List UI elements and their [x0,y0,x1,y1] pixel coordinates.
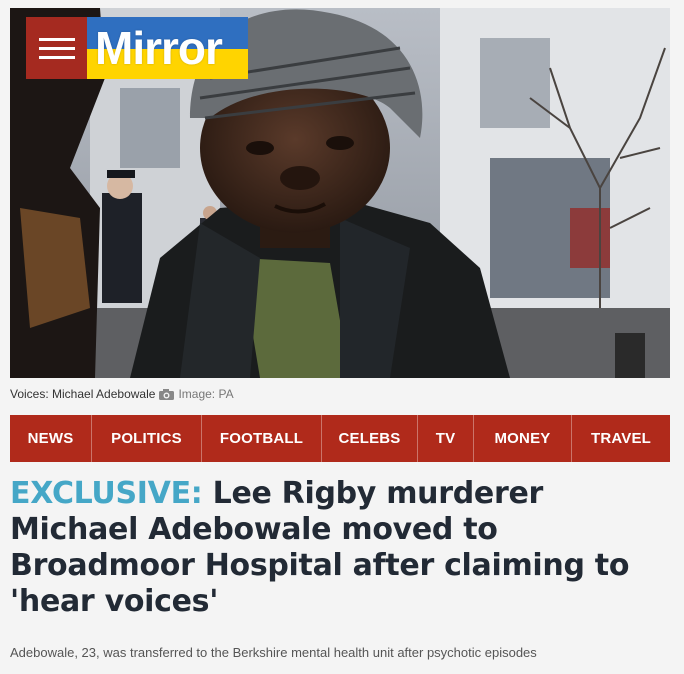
article-standfirst: Adebowale, 23, was transferred to the Be… [10,645,537,660]
nav-item-celebs[interactable]: CELEBS [322,415,418,462]
nav-item-money[interactable]: MONEY [474,415,572,462]
camera-icon [159,388,175,400]
hamburger-menu-icon[interactable] [26,17,87,79]
nav-item-politics[interactable]: POLITICS [92,415,202,462]
mirror-logo[interactable]: Mirror [87,17,248,79]
logo-text: Mirror [95,22,223,74]
headline-kicker: EXCLUSIVE: [10,476,203,511]
article-headline: EXCLUSIVE: Lee Rigby murderer Michael Ad… [10,476,674,620]
nav-item-football[interactable]: FOOTBALL [202,415,322,462]
nav-item-travel[interactable]: TRAVEL [572,415,670,462]
nav-item-news[interactable]: NEWS [10,415,92,462]
image-caption: Voices: Michael Adebowale Image: PA [10,385,234,403]
nav-item-tv[interactable]: TV [418,415,474,462]
caption-text: Voices: Michael Adebowale [10,387,156,401]
menu-line [38,37,75,41]
site-header: Mirror [26,17,248,79]
menu-line [38,55,75,59]
section-nav: NEWS POLITICS FOOTBALL CELEBS TV MONEY T… [10,415,670,462]
image-credit: Image: PA [178,387,234,401]
menu-line [38,46,75,50]
